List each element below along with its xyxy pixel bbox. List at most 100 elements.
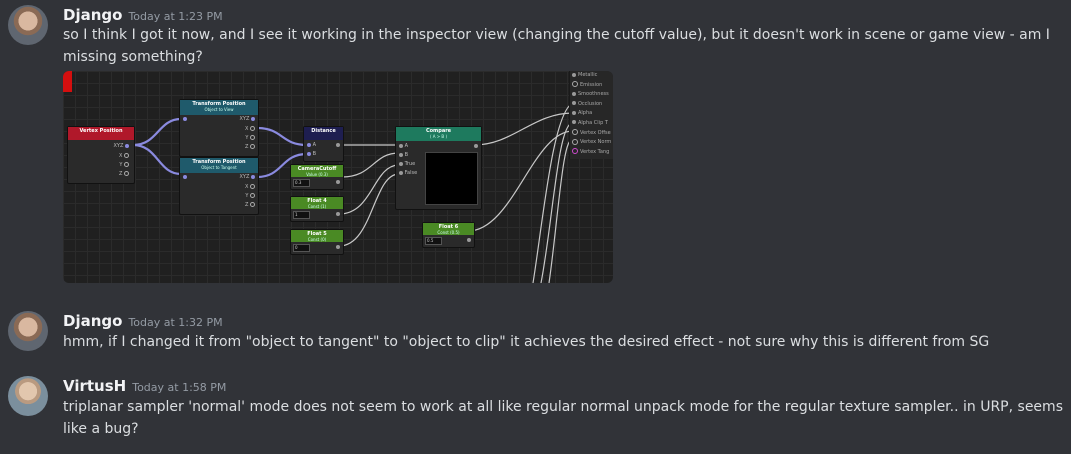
port-label: X [244,184,249,190]
attached-image-shader-graph[interactable]: Vertex Position XYZ X Y Z Transform Posi… [63,71,613,283]
output-label: Metallic [578,72,598,78]
port-dot [307,142,311,147]
port-dot [572,101,576,106]
node-header: Float 6 Const (0.5) [423,223,474,235]
port-dot [251,174,255,179]
node-subtitle: ( A > B ) [429,134,448,139]
port-dot [336,244,340,249]
port-dot [572,120,576,125]
port-dot [572,91,576,96]
port-y[interactable]: Y [119,162,129,168]
output-slot[interactable]: Metallic [570,71,613,81]
avatar[interactable] [8,5,48,45]
port-y[interactable]: Y [245,135,255,141]
port-dot [250,193,255,198]
camera-cutoff-node[interactable]: CameraCutoff Value (0.3) 0.3 [290,164,344,190]
username[interactable]: VirtusH [63,377,126,395]
username[interactable]: Django [63,312,122,330]
compare-node[interactable]: Compare ( A > B ) A B True False [395,126,482,210]
node-subtitle: Const (1) [307,204,327,209]
port-out[interactable] [336,179,340,185]
port-a[interactable]: A [399,143,408,149]
port-label: A [404,143,409,149]
output-slot[interactable]: Vertex Norm [570,138,613,148]
output-slot[interactable]: Occlusion [570,100,613,110]
port-xyz[interactable]: XYZ [114,143,129,149]
port-dot [183,174,187,179]
port-b[interactable]: B [399,152,408,158]
port-a[interactable]: A [307,142,316,148]
port-b[interactable]: B [307,151,316,157]
port-true[interactable]: True [399,161,415,167]
output-slot[interactable]: Vertex Tang [570,148,613,158]
port-dot [467,237,471,242]
port-dot [572,81,578,88]
port-false[interactable]: False [399,170,417,176]
port-dot [250,202,255,207]
value-field[interactable]: 0.3 [293,179,310,187]
distance-node[interactable]: Distance A B [303,126,344,162]
port-dot [124,153,129,158]
port-label: Y [119,162,123,168]
output-slot[interactable]: Smoothness [570,90,613,100]
port-xyz[interactable]: XYZ [240,116,255,122]
port-dot [336,142,340,147]
master-node-outputs: Metallic Emission Smoothness Occlusion A… [569,71,613,159]
port-label: False [404,170,418,176]
port-dot [399,143,403,148]
vertex-position-node[interactable]: Vertex Position XYZ X Y Z [67,126,135,184]
port-z[interactable]: Z [245,144,255,150]
node-header: Transform Position Object to View [180,100,258,115]
float-6-node[interactable]: Float 6 Const (0.5) 0.5 [422,222,475,248]
node-header: CameraCutoff Value (0.3) [291,165,343,177]
transform-position-node-view[interactable]: Transform Position Object to View XYZ X … [179,99,259,157]
port-in[interactable] [183,116,187,122]
output-slot[interactable]: Vertex Offse [570,129,613,139]
float-4-node[interactable]: Float 4 Const (1) 1 [290,196,344,222]
port-y[interactable]: Y [245,193,255,199]
username[interactable]: Django [63,6,122,24]
port-out[interactable] [336,244,340,250]
port-out[interactable] [336,211,340,217]
output-label: Alpha [578,110,593,117]
output-label: Emission [580,81,603,88]
port-in[interactable] [183,174,187,180]
port-x[interactable]: X [245,184,255,190]
output-label: Smoothness [578,91,609,98]
node-header: Vertex Position [68,127,134,140]
output-label: Alpha Clip T [578,119,608,126]
port-x[interactable]: X [119,153,129,159]
port-z[interactable]: Z [245,202,255,208]
avatar[interactable] [8,311,48,351]
message-text: hmm, if I changed it from "object to tan… [63,334,990,350]
value-field[interactable]: 1 [293,211,310,219]
transform-position-node-tangent[interactable]: Transform Position Object to Tangent XYZ… [179,157,259,215]
port-x[interactable]: X [245,126,255,132]
port-out[interactable] [336,142,340,148]
output-slot[interactable]: Emission [570,81,613,91]
port-label: B [312,151,317,157]
value-field[interactable]: 0 [293,244,310,252]
output-slot[interactable]: Alpha Clip T [570,119,613,129]
port-z[interactable]: Z [119,171,129,177]
timestamp: Today at 1:32 PM [128,316,223,329]
compare-preview [425,152,478,205]
avatar[interactable] [8,376,48,416]
message-header: Django Today at 1:23 PM [63,5,223,24]
port-label: X [118,153,123,159]
port-out[interactable] [467,237,471,243]
port-dot [250,126,255,131]
message-header: Django Today at 1:32 PM [63,311,223,330]
port-label: Z [118,171,123,177]
float-5-node[interactable]: Float 5 Const (0) 0 [290,229,344,255]
port-dot [336,179,340,184]
port-dot [572,110,576,115]
output-slot[interactable]: Alpha [570,109,613,119]
port-xyz[interactable]: XYZ [239,174,255,180]
port-label: X [244,126,249,132]
port-label: XYZ [239,174,250,180]
node-subtitle: Object to View [204,107,234,112]
port-label: Y [245,135,249,141]
value-field[interactable]: 0.5 [425,237,442,245]
port-out[interactable] [474,143,478,149]
